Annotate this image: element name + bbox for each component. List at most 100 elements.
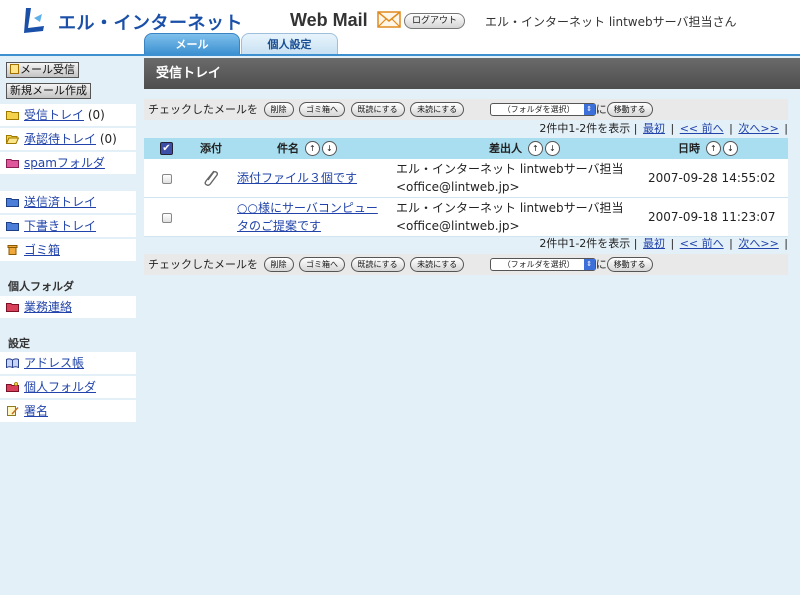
pager-next-link[interactable]: 次へ>> [738,237,778,250]
mark-read-button[interactable]: 既読にする [350,102,405,117]
folder-icon [6,222,19,231]
to-label: に [595,103,607,116]
mail-subject-link[interactable]: 添付ファイル３個です [237,169,357,188]
sidebar-item-label[interactable]: 下書きトレイ [24,219,96,233]
pager-first-link[interactable]: 最初 [643,122,665,135]
sidebar-item-label[interactable]: 個人フォルダ [24,380,96,394]
mail-date: 2007-09-28 14:55:02 [648,171,776,185]
sidebar-item-label[interactable]: 署名 [24,404,48,418]
sidebar-item-label[interactable]: ゴミ箱 [24,243,60,257]
folder-icon [6,303,19,312]
header-divider [0,54,800,56]
select-arrow-icon: ⇕ [583,104,595,115]
column-header-from: 差出人 ↑ ↓ [489,138,560,159]
column-header-subject-label: 件名 [277,142,299,155]
to-label: に [595,258,607,271]
table-header: ✔ 添付 件名 ↑ ↓ 差出人 ↑ ↓ 日時 ↑ ↓ [144,138,788,159]
receive-icon [10,64,19,74]
sidebar-item-label[interactable]: 業務連絡 [24,300,72,314]
row-checkbox[interactable] [162,213,172,223]
folder-open-icon [6,135,19,144]
receive-mail-button[interactable]: メール受信 [6,62,79,78]
sort-asc-icon[interactable]: ↑ [304,141,320,156]
column-header-date: 日時 ↑ ↓ [678,138,738,159]
select-arrow-icon: ⇕ [583,259,595,270]
app-header: エル・インターネット Web Mail ログアウト エル・インターネット lin… [0,0,800,55]
sort-desc-icon[interactable]: ↓ [544,141,560,156]
sidebar-item-inbox[interactable]: 受信トレイ (0) [0,104,136,126]
mail-subject-link-cont[interactable]: タのご提案です [237,217,321,236]
sort-asc-icon[interactable]: ↑ [705,141,721,156]
sort-asc-icon[interactable]: ↑ [527,141,543,156]
folder-settings-icon [6,382,19,392]
sidebar-item-pending[interactable]: 承認待トレイ (0) [0,128,136,150]
folder-select[interactable]: （フォルダを選択） ⇕ [489,258,596,271]
column-header-attach: 添付 [200,142,222,155]
tab-mail[interactable]: メール [144,33,240,55]
top-action-bar: チェックしたメールを 削除 ゴミ箱へ 既読にする 未読にする （フォルダを選択）… [144,99,788,120]
compose-mail-button[interactable]: 新規メール作成 [6,83,91,99]
sidebar-item-label[interactable]: 受信トレイ [24,108,84,122]
table-row[interactable]: ○○様にサーバコンピュー タのご提案です エル・インターネット lintwebサ… [144,198,788,237]
sidebar-item-spam[interactable]: spamフォルダ [0,152,136,174]
sidebar-item-signature[interactable]: 署名 [0,400,136,422]
sidebar-item-label[interactable]: アドレス帳 [24,356,84,370]
move-button[interactable]: 移動する [606,257,653,272]
mark-read-button[interactable]: 既読にする [350,257,405,272]
folder-select[interactable]: （フォルダを選択） ⇕ [489,103,596,116]
sidebar-item-business[interactable]: 業務連絡 [0,296,136,318]
select-all-checkbox[interactable]: ✔ [160,142,173,155]
trash-icon [7,245,18,255]
move-to-trash-button[interactable]: ゴミ箱へ [299,102,345,117]
unread-count: (0) [87,108,105,122]
sidebar-item-address-book[interactable]: アドレス帳 [0,352,136,374]
app-title: Web Mail [290,10,368,30]
delete-button[interactable]: 削除 [263,102,294,117]
envelope-icon [377,11,401,28]
pager-prev-link[interactable]: << 前へ [680,122,724,135]
move-button[interactable]: 移動する [606,102,653,117]
folder-icon [6,159,19,168]
mail-date: 2007-09-18 11:23:07 [648,210,776,224]
pager-summary: 2件中1-2件を表示 [539,237,631,250]
pager-next-link[interactable]: 次へ>> [738,122,778,135]
sort-desc-icon[interactable]: ↓ [321,141,337,156]
tab-personal-settings[interactable]: 個人設定 [241,33,338,55]
mark-unread-button[interactable]: 未読にする [410,102,465,117]
logo-mark-icon [24,8,44,33]
sidebar-item-sent[interactable]: 送信済トレイ [0,191,136,213]
logo-text: エル・インターネット [58,13,243,34]
table-row[interactable]: 添付ファイル３個です エル・インターネット lintwebサーバ担当 <offi… [144,159,788,198]
bottom-action-bar: チェックしたメールを 削除 ゴミ箱へ 既読にする 未読にする （フォルダを選択）… [144,254,788,275]
logout-button[interactable]: ログアウト [404,13,466,29]
pager-prev-link[interactable]: << 前へ [680,237,724,250]
pager-first-link[interactable]: 最初 [643,237,665,250]
sidebar-item-label[interactable]: spamフォルダ [24,156,105,170]
column-header-subject: 件名 ↑ ↓ [277,138,337,159]
column-header-date-label: 日時 [678,142,700,155]
sidebar-item-trash[interactable]: ゴミ箱 [0,239,136,261]
delete-button[interactable]: 削除 [263,257,294,272]
user-name: エル・インターネット lintwebサーバ担当さん [485,15,737,29]
move-to-trash-button[interactable]: ゴミ箱へ [299,257,345,272]
folder-select-value: （フォルダを選択） [502,105,575,114]
folder-select-value: （フォルダを選択） [502,260,575,269]
sidebar-item-drafts[interactable]: 下書きトレイ [0,215,136,237]
sidebar-item-label[interactable]: 承認待トレイ [24,132,96,146]
address-book-icon [6,358,19,368]
row-checkbox[interactable] [162,174,172,184]
settings-heading: 設定 [8,337,30,350]
sort-desc-icon[interactable]: ↓ [722,141,738,156]
mail-subject-link[interactable]: ○○様にサーバコンピュー [237,199,378,218]
sidebar-item-label[interactable]: 送信済トレイ [24,195,96,209]
page-title: 受信トレイ [144,58,800,89]
personal-folders-heading: 個人フォルダ [8,280,74,293]
checked-mail-label: チェックしたメールを [148,258,258,271]
checked-mail-label: チェックしたメールを [148,103,258,116]
pager-top: 2件中1-2件を表示 | 最初 | << 前へ | 次へ>> | [539,122,788,135]
paperclip-icon [204,170,219,186]
mark-unread-button[interactable]: 未読にする [410,257,465,272]
mail-from-name: エル・インターネット lintwebサーバ担当 [396,162,624,176]
sidebar-item-folder-settings[interactable]: 個人フォルダ [0,376,136,398]
folder-icon [6,198,19,207]
